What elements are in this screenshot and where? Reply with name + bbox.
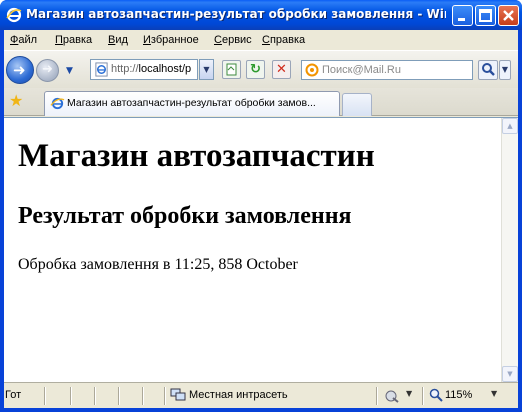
status-divider: [70, 387, 72, 405]
status-divider: [422, 387, 424, 405]
stop-icon: ✕: [276, 62, 287, 77]
menu-tools[interactable]: Сервис: [214, 34, 252, 46]
chevron-down-icon[interactable]: ▼: [406, 389, 412, 398]
chevron-down-icon: ▼: [203, 65, 210, 74]
zoom-level[interactable]: 115%: [445, 389, 472, 401]
page-heading: Магазин автозапчастин: [18, 138, 375, 174]
back-button[interactable]: ➜: [6, 56, 34, 84]
window-frame-bottom: [0, 408, 522, 412]
maximize-button[interactable]: [475, 5, 496, 26]
tab-label: Магазин автозапчастин-результат обробки …: [67, 97, 316, 109]
page-viewport: Магазин автозапчастин Результат обробки …: [4, 117, 518, 383]
order-time-text: Обробка замовлення в 11:25, 858 October: [18, 256, 298, 273]
search-input[interactable]: [322, 62, 470, 78]
address-url: http://localhost/p: [111, 63, 191, 75]
search-options-button[interactable]: ▼: [499, 60, 511, 80]
status-text: Гот: [5, 389, 22, 401]
stop-button[interactable]: ✕: [272, 60, 291, 79]
zoom-icon: [429, 388, 443, 402]
page-content: Магазин автозапчастин Результат обробки …: [4, 118, 500, 383]
intranet-zone-icon: [170, 388, 186, 401]
menu-edit[interactable]: Правка: [55, 34, 92, 46]
status-divider: [94, 387, 96, 405]
history-dropdown-icon[interactable]: ▼: [66, 66, 74, 76]
address-host: localhost/p: [138, 63, 191, 75]
tab-active[interactable]: Магазин автозапчастин-результат обробки …: [44, 91, 340, 116]
window-title: Магазин автозапчастин-результат обробки …: [26, 7, 446, 21]
chevron-up-icon: ▲: [507, 122, 513, 130]
close-button[interactable]: [498, 5, 519, 26]
address-bar[interactable]: http://localhost/p: [90, 59, 198, 80]
search-box[interactable]: [301, 60, 473, 80]
menu-favorites[interactable]: Избранное: [143, 34, 199, 46]
scroll-down-button[interactable]: ▼: [502, 366, 518, 382]
forward-arrow-icon: ➜: [42, 62, 53, 77]
status-divider: [164, 387, 166, 405]
address-dropdown-button[interactable]: ▼: [199, 59, 214, 80]
page-icon: [95, 62, 108, 77]
client-area: Файл Правка Вид Избранное Сервис Справка…: [4, 30, 518, 408]
refresh-icon: ↻: [250, 62, 261, 77]
address-prefix: http://: [111, 63, 139, 75]
menu-bar: Файл Правка Вид Избранное Сервис Справка: [4, 30, 518, 50]
tab-bar: ★ Магазин автозапчастин-результат обробк…: [4, 88, 518, 116]
scroll-up-button[interactable]: ▲: [502, 118, 518, 134]
compatibility-view-button[interactable]: [222, 60, 241, 79]
page-icon: [50, 97, 65, 110]
menu-help[interactable]: Справка: [262, 34, 305, 46]
status-divider: [44, 387, 46, 405]
forward-button[interactable]: ➜: [36, 59, 59, 82]
search-button[interactable]: [478, 60, 498, 80]
mailru-logo-icon: [305, 63, 319, 77]
ie-logo-icon: [6, 7, 22, 23]
minimize-button[interactable]: [452, 5, 473, 26]
status-divider: [376, 387, 378, 405]
maximize-icon: [479, 9, 492, 22]
page-subheading: Результат обробки замовлення: [18, 203, 352, 229]
vertical-scrollbar[interactable]: ▲ ▼: [501, 118, 518, 383]
chevron-down-icon: ▼: [501, 65, 509, 74]
chevron-down-icon[interactable]: ▼: [491, 389, 497, 398]
protected-mode-icon[interactable]: [384, 389, 400, 403]
browser-window: Магазин автозапчастин-результат обробки …: [0, 0, 522, 412]
back-arrow-icon: ➜: [13, 61, 26, 79]
search-icon: [482, 63, 495, 76]
compatibility-icon: [226, 63, 237, 76]
status-divider: [118, 387, 120, 405]
minimize-icon: [458, 18, 465, 21]
title-bar[interactable]: Магазин автозапчастин-результат обробки …: [0, 0, 522, 30]
refresh-button[interactable]: ↻: [246, 60, 265, 79]
status-bar: Гот Местная интрасеть ▼ 115% ▼: [4, 382, 518, 408]
security-zone[interactable]: Местная интрасеть: [189, 389, 288, 401]
menu-file[interactable]: Файл: [10, 34, 37, 46]
new-tab-button[interactable]: [342, 93, 372, 116]
favorites-star-icon[interactable]: ★: [9, 93, 25, 109]
status-divider: [142, 387, 144, 405]
chevron-down-icon: ▼: [507, 370, 513, 378]
menu-view[interactable]: Вид: [108, 34, 128, 46]
close-icon: [503, 10, 514, 21]
navigation-toolbar: ➜ ➜ ▼ http://localhost/p ▼ ↻ ✕ Поиск@Mai…: [4, 50, 518, 88]
